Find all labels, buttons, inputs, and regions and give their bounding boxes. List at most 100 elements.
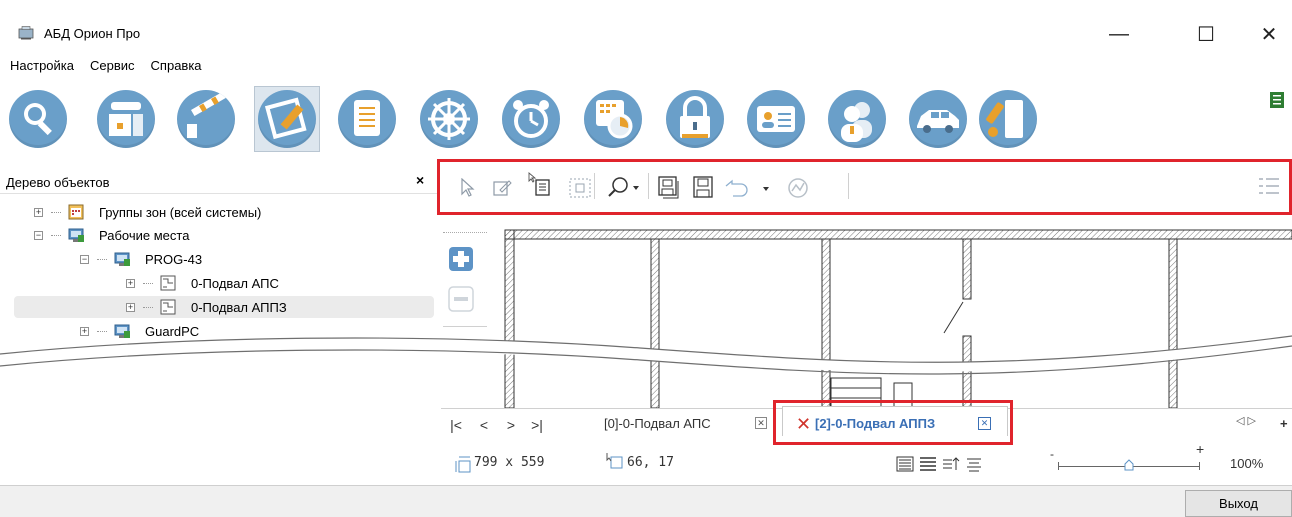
tree-expander-icon[interactable]: − <box>80 254 89 264</box>
barrier-gate-icon <box>177 90 235 148</box>
tree-expander-icon[interactable]: − <box>34 230 43 240</box>
zoom-slider-tick <box>1058 462 1059 470</box>
control-module-button[interactable] <box>416 86 482 152</box>
users-module-button[interactable] <box>824 86 890 152</box>
schedule-module-button[interactable] <box>580 86 646 152</box>
tree-connector <box>143 282 153 284</box>
vehicles-module-button[interactable] <box>905 86 971 152</box>
tree-expander-icon[interactable]: + <box>126 302 135 312</box>
plan-editor-module-button[interactable] <box>254 86 320 152</box>
tab-highlight-frame <box>773 400 1013 445</box>
tree-item[interactable]: + GuardPC <box>80 320 199 342</box>
tree-item[interactable]: − Рабочие места <box>34 224 189 246</box>
tab-first-button[interactable]: |< <box>445 414 467 436</box>
tab-close-button[interactable]: ✕ <box>755 417 767 429</box>
tree-item[interactable]: + Группы зон (всей системы) <box>34 201 261 223</box>
canvas-size-text: 799 x 559 <box>474 455 545 470</box>
align-center-button[interactable] <box>965 456 983 472</box>
align-center-icon <box>967 458 981 472</box>
tree-connector <box>51 234 61 236</box>
alarm-module-button[interactable] <box>498 86 564 152</box>
minus-icon <box>448 286 474 312</box>
lock-icon <box>666 90 724 148</box>
access-module-button[interactable] <box>173 86 239 152</box>
zoom-slider-thumb[interactable] <box>1124 459 1134 471</box>
object-tree: + Группы зон (всей системы) − Рабочие места… <box>0 196 437 396</box>
tree-connector <box>51 211 61 213</box>
minimize-button[interactable]: — <box>1096 14 1142 54</box>
tab-next-button[interactable]: > <box>500 414 522 436</box>
tree-connector <box>143 306 153 308</box>
align-justify-button[interactable] <box>896 456 914 472</box>
floor-plan-drawing <box>504 229 1292 408</box>
toolbar-separator <box>443 326 487 327</box>
tree-expander-icon[interactable]: + <box>34 207 43 217</box>
remove-object-button[interactable] <box>446 284 478 316</box>
zoom-in-label[interactable]: + <box>1196 441 1204 457</box>
tree-item[interactable]: +0-Подвал АПС <box>126 272 279 294</box>
search-magnifier-icon <box>9 90 67 148</box>
align-block-icon <box>920 457 936 471</box>
tab-prev-button[interactable]: < <box>473 414 495 436</box>
devices-module-button[interactable] <box>93 86 159 152</box>
workstation-icon <box>114 252 130 266</box>
search-module-button[interactable] <box>5 86 71 152</box>
plus-icon <box>449 247 473 271</box>
window-title: АБД Орион Про <box>44 26 141 41</box>
exit-button[interactable]: Выход <box>1185 490 1292 517</box>
floor-plan-editor-icon <box>258 90 316 148</box>
tree-connector <box>97 258 107 260</box>
plan-icon <box>160 299 176 315</box>
tree-expander-icon[interactable]: + <box>126 278 135 288</box>
plan-icon <box>160 275 176 291</box>
menu-service[interactable]: Сервис <box>88 58 137 80</box>
tree-item-label: Группы зон (всей системы) <box>99 204 262 220</box>
keys-module-button[interactable] <box>975 86 1041 152</box>
maximize-button[interactable]: ☐ <box>1183 14 1229 54</box>
tree-item-label: GuardPC <box>145 323 200 339</box>
app-icon <box>18 26 34 40</box>
align-top-button[interactable] <box>942 456 960 472</box>
panel-close-button[interactable]: × <box>416 172 424 188</box>
title-bar: АБД Орион Про — ☐ ✕ <box>0 0 1292 54</box>
tree-connector <box>97 330 107 332</box>
tab-plan-aps[interactable]: [0]-0-Подвал АПС <box>604 416 711 431</box>
alarm-clock-icon <box>502 90 560 148</box>
cursor-coords-text: 66, 17 <box>627 455 674 470</box>
workstations-icon <box>68 228 84 242</box>
zoom-out-label[interactable]: - <box>1050 447 1054 461</box>
object-tree-title: Дерево объектов <box>6 175 110 190</box>
add-object-button[interactable] <box>446 244 478 276</box>
tab-last-button[interactable]: >| <box>526 414 548 436</box>
toolbar-grip <box>443 232 487 233</box>
car-icon <box>909 90 967 148</box>
object-tree-header: Дерево объектов × <box>0 170 437 194</box>
tab-scroll-arrows[interactable]: ◁ ▷ <box>1236 414 1256 427</box>
security-module-button[interactable] <box>662 86 728 152</box>
add-tab-button[interactable]: + <box>1280 416 1288 431</box>
align-justify-icon <box>896 456 914 472</box>
device-monitor-icon <box>97 90 155 148</box>
reports-module-button[interactable] <box>334 86 400 152</box>
tree-expander-icon[interactable]: + <box>80 326 89 336</box>
workstation-icon <box>114 324 130 338</box>
tree-item-label: 0-Подвал АППЗ <box>191 299 287 315</box>
users-icon <box>828 90 886 148</box>
cursor-coords-icon <box>606 453 623 469</box>
schedule-dial-icon <box>584 90 642 148</box>
menu-bar: Настройка Сервис Справка <box>0 58 204 80</box>
list-view-icon[interactable] <box>1270 92 1284 108</box>
tree-item-label: 0-Подвал АПС <box>191 275 279 291</box>
vertical-toolbar <box>441 232 489 407</box>
menu-help[interactable]: Справка <box>149 58 204 80</box>
floor-plan-canvas[interactable] <box>489 218 1292 408</box>
personnel-module-button[interactable] <box>743 86 809 152</box>
zoom-slider[interactable] <box>1058 458 1200 471</box>
close-window-button[interactable]: ✕ <box>1246 14 1292 54</box>
align-block-button[interactable] <box>919 456 937 472</box>
menu-settings[interactable]: Настройка <box>8 58 76 80</box>
tree-item[interactable]: +0-Подвал АППЗ <box>14 296 434 318</box>
tree-item-label: PROG-43 <box>145 251 203 267</box>
module-toolbar <box>0 86 1292 160</box>
tree-item[interactable]: − PROG-43 <box>80 248 202 270</box>
